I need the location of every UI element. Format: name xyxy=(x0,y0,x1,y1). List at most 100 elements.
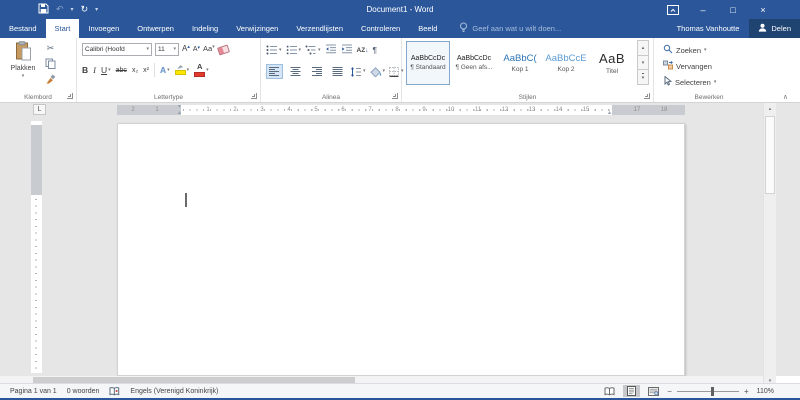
shrink-font-button[interactable]: A ▾ xyxy=(193,45,200,54)
increase-indent-icon[interactable] xyxy=(341,44,353,56)
close-button[interactable]: × xyxy=(748,0,778,19)
tell-me-box[interactable]: Geef aan wat u wilt doen... xyxy=(459,19,561,38)
line-spacing-button[interactable]: ▾ xyxy=(350,66,366,77)
clear-formatting-icon[interactable] xyxy=(216,43,230,56)
undo-dropdown-icon[interactable]: ▾ xyxy=(71,6,74,13)
styles-scroll-up-icon[interactable]: ▴ xyxy=(637,40,649,56)
alinea-dialog-launcher-icon[interactable] xyxy=(392,93,398,99)
ruler-number: 11 xyxy=(474,107,482,113)
change-case-button[interactable]: Aa ▾ xyxy=(203,45,215,54)
tab-indeling[interactable]: Indeling xyxy=(183,19,227,38)
zoom-out-button[interactable]: − xyxy=(667,387,672,396)
style-geen-afstand[interactable]: AaBbCcDc ¶ Geen afs... xyxy=(452,41,496,85)
vertical-scrollbar[interactable]: ▴ ▾ xyxy=(763,103,776,386)
align-center-button[interactable] xyxy=(287,64,304,79)
minimize-button[interactable]: – xyxy=(688,0,718,19)
klembord-dialog-launcher-icon[interactable] xyxy=(67,93,73,99)
tab-invoegen[interactable]: Invoegen xyxy=(79,19,128,38)
text-effects-button[interactable]: A ▾ xyxy=(160,65,170,75)
undo-icon[interactable]: ↶ xyxy=(56,0,64,19)
replace-button[interactable]: Vervangen xyxy=(663,60,716,72)
ruler-number: 1 xyxy=(155,107,159,113)
zoom-slider-thumb[interactable] xyxy=(711,386,715,396)
web-layout-icon[interactable] xyxy=(645,385,662,397)
style-standaard[interactable]: AaBbCcDc ¶ Standaard xyxy=(406,41,450,85)
tab-verwijzingen[interactable]: Verwijzingen xyxy=(227,19,287,38)
select-button[interactable]: Selecteren ▾ xyxy=(663,75,716,88)
vertical-ruler[interactable] xyxy=(31,121,42,373)
highlight-color-button[interactable]: ▾ xyxy=(174,65,189,75)
account-name[interactable]: Thomas Vanhoutte xyxy=(667,19,750,38)
word-count[interactable]: 0 woorden xyxy=(67,388,100,395)
maximize-button[interactable]: □ xyxy=(718,0,748,19)
bullets-button[interactable]: ▾ xyxy=(266,45,282,55)
language-indicator[interactable]: Engels (Verenigd Koninkrijk) xyxy=(130,388,218,395)
save-icon[interactable] xyxy=(38,3,49,16)
lettertype-dialog-launcher-icon[interactable] xyxy=(251,93,257,99)
group-alinea: ▾ ▾ ▾ AZ↓ ¶ ▾ ▾ ▾ Alinea xyxy=(261,38,404,102)
font-size-dropdown-icon[interactable]: ▾ xyxy=(173,47,176,52)
font-name-dropdown-icon[interactable]: ▾ xyxy=(146,47,149,52)
vertical-scrollbar-thumb[interactable] xyxy=(765,116,775,194)
paste-button[interactable]: Plakken ▾ xyxy=(6,41,40,87)
shading-button[interactable]: ▾ xyxy=(369,66,385,77)
align-left-button[interactable] xyxy=(266,64,283,79)
right-indent-marker[interactable]: ▴ xyxy=(608,110,611,116)
cut-icon[interactable]: ✂ xyxy=(44,43,57,54)
font-name-combobox[interactable]: Calibri (Hoofd ▾ xyxy=(82,43,152,56)
style-titel[interactable]: AaB Titel xyxy=(590,41,634,85)
bold-button[interactable]: B xyxy=(82,65,88,75)
tab-start[interactable]: Start xyxy=(45,19,80,38)
sort-icon[interactable]: AZ↓ xyxy=(357,47,369,54)
styles-more-icon[interactable]: ▾ xyxy=(637,69,649,86)
tab-bestand[interactable]: Bestand xyxy=(0,19,46,38)
find-button[interactable]: Zoeken ▾ xyxy=(663,44,716,56)
align-right-button[interactable] xyxy=(308,64,325,79)
ribbon-display-options-icon[interactable] xyxy=(658,0,688,19)
ruler-number: 13 xyxy=(528,107,536,113)
strikethrough-button[interactable]: abc xyxy=(116,67,127,74)
subscript-button[interactable]: x₂ xyxy=(132,67,138,74)
zoom-level[interactable]: 110% xyxy=(757,388,774,395)
redo-icon[interactable]: ↻ xyxy=(81,0,89,19)
divider xyxy=(154,63,155,77)
scroll-up-icon[interactable]: ▴ xyxy=(764,103,776,114)
numbering-button[interactable]: ▾ xyxy=(286,45,301,55)
zoom-slider[interactable] xyxy=(676,386,739,396)
tab-ontwerpen[interactable]: Ontwerpen xyxy=(128,19,183,38)
justify-button[interactable] xyxy=(329,64,346,79)
copy-icon[interactable] xyxy=(44,58,57,69)
document-page[interactable] xyxy=(117,123,685,376)
paste-dropdown-icon[interactable]: ▾ xyxy=(22,74,25,79)
share-button[interactable]: Delen xyxy=(749,19,800,38)
tab-verzendlijsten[interactable]: Verzendlijsten xyxy=(287,19,352,38)
font-color-button[interactable]: A ▾ xyxy=(194,63,209,77)
tell-me-placeholder: Geef aan wat u wilt doen... xyxy=(472,24,562,33)
print-layout-icon[interactable] xyxy=(623,385,641,397)
underline-button[interactable]: U ▾ xyxy=(101,65,111,75)
multilevel-list-button[interactable]: ▾ xyxy=(305,45,321,55)
stijlen-dialog-launcher-icon[interactable] xyxy=(644,93,650,99)
zoom-in-button[interactable]: + xyxy=(744,387,749,396)
ruler-number: 5 xyxy=(314,107,318,113)
font-size-combobox[interactable]: 11 ▾ xyxy=(155,43,179,56)
tab-controleren[interactable]: Controleren xyxy=(352,19,409,38)
style-kop-1[interactable]: AaBbC( Kop 1 xyxy=(498,41,542,85)
tab-selector[interactable]: L xyxy=(33,104,46,115)
hanging-indent-marker[interactable]: ▴ xyxy=(178,110,181,116)
customize-quick-access-icon[interactable]: ▾ xyxy=(95,6,98,13)
grow-font-button[interactable]: A ▴ xyxy=(182,44,190,54)
decrease-indent-icon[interactable] xyxy=(325,44,337,56)
proofing-book-icon[interactable] xyxy=(109,386,120,396)
page-indicator[interactable]: Pagina 1 van 1 xyxy=(10,388,57,395)
collapse-ribbon-icon[interactable]: ∧ xyxy=(783,93,788,101)
format-painter-icon[interactable] xyxy=(44,73,57,84)
show-formatting-marks-icon[interactable]: ¶ xyxy=(372,45,377,55)
styles-scroll-down-icon[interactable]: ▾ xyxy=(637,54,649,71)
read-mode-icon[interactable] xyxy=(601,385,618,397)
style-kop-2[interactable]: AaBbCcE Kop 2 xyxy=(544,41,588,85)
horizontal-ruler[interactable]: 2 1 1 2 3 4 5 6 7 8 9 10 11 12 13 14 15 17 18 ▾ ▴ ▴ xyxy=(117,104,685,116)
italic-button[interactable]: I xyxy=(93,65,96,75)
tab-beeld[interactable]: Beeld xyxy=(409,19,446,38)
superscript-button[interactable]: x² xyxy=(143,67,149,74)
